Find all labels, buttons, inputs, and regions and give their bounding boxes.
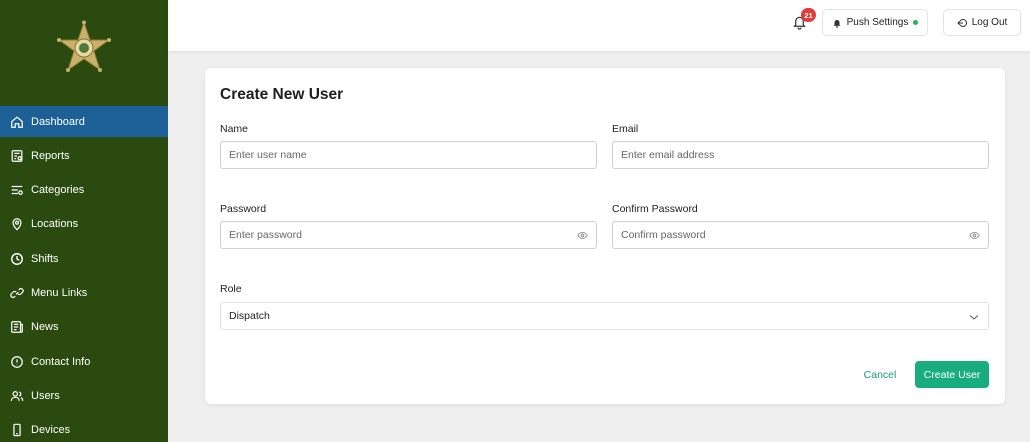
sidebar-item-label: Devices	[31, 424, 71, 437]
email-label: Email	[612, 123, 639, 135]
push-settings-label: Push Settings	[846, 17, 909, 28]
confirm-password-field[interactable]: Confirm password	[612, 221, 989, 249]
home-icon	[9, 114, 24, 129]
create-user-button[interactable]: Create User	[915, 361, 989, 388]
clock-icon	[9, 251, 24, 266]
sidebar-item-news[interactable]: News	[0, 312, 168, 343]
show-password-eye-icon[interactable]	[577, 230, 588, 241]
sidebar-nav: Dashboard Reports Categories Locations S…	[0, 106, 168, 442]
categories-icon	[9, 183, 24, 198]
sidebar-item-users[interactable]: Users	[0, 380, 168, 411]
sidebar-item-label: Reports	[31, 149, 70, 162]
chevron-down-icon	[969, 312, 979, 322]
sidebar-item-label: Shifts	[31, 252, 59, 265]
sidebar-item-shifts[interactable]: Shifts	[0, 243, 168, 274]
password-placeholder: Enter password	[229, 229, 302, 241]
role-select[interactable]: Dispatch	[220, 302, 989, 330]
sidebar-item-label: Locations	[31, 218, 79, 231]
sidebar-item-dashboard[interactable]: Dashboard	[0, 106, 168, 137]
sidebar-item-label: Users	[31, 389, 60, 402]
bell-icon	[832, 18, 842, 28]
logout-icon	[956, 18, 967, 28]
confirm-password-label: Confirm Password	[612, 203, 698, 215]
name-label: Name	[220, 123, 249, 135]
sidebar-item-label: News	[31, 321, 59, 334]
sidebar-item-label: Menu Links	[31, 286, 88, 299]
logout-button[interactable]: Log Out	[943, 9, 1021, 36]
sidebar-item-locations[interactable]: Locations	[0, 209, 168, 240]
role-label: Role	[220, 283, 242, 295]
confirm-password-placeholder: Confirm password	[621, 229, 706, 241]
sidebar-item-devices[interactable]: Devices	[0, 415, 168, 442]
sidebar-item-reports[interactable]: Reports	[0, 140, 168, 171]
sidebar-item-label: Dashboard	[31, 115, 85, 128]
location-pin-icon	[9, 217, 24, 232]
newspaper-icon	[9, 320, 24, 335]
show-confirm-password-eye-icon[interactable]	[969, 230, 980, 241]
push-settings-button[interactable]: Push Settings	[822, 9, 928, 36]
sidebar-item-label: Contact Info	[31, 355, 91, 368]
sidebar: Dashboard Reports Categories Locations S…	[0, 0, 168, 442]
cancel-button[interactable]: Cancel	[855, 361, 905, 388]
sidebar-item-contact-info[interactable]: Contact Info	[0, 346, 168, 377]
page-title: Create New User	[220, 86, 344, 103]
info-icon	[9, 354, 24, 369]
sheriff-star-logo	[56, 20, 112, 76]
logout-label: Log Out	[971, 17, 1008, 28]
users-icon	[9, 388, 24, 403]
create-user-card: Create New User Name Enter user name Ema…	[205, 68, 1005, 404]
role-selected-value: Dispatch	[229, 310, 270, 322]
device-icon	[9, 423, 24, 438]
report-icon	[9, 148, 24, 163]
email-field[interactable]: Enter email address	[612, 141, 989, 169]
password-label: Password	[220, 203, 267, 215]
sidebar-item-label: Categories	[31, 184, 85, 197]
sidebar-item-categories[interactable]: Categories	[0, 175, 168, 206]
password-field[interactable]: Enter password	[220, 221, 597, 249]
sidebar-item-menu-links[interactable]: Menu Links	[0, 277, 168, 308]
link-icon	[9, 285, 24, 300]
push-status-indicator	[913, 20, 919, 25]
notification-count-badge: 21	[801, 8, 816, 22]
name-field[interactable]: Enter user name	[220, 141, 597, 169]
